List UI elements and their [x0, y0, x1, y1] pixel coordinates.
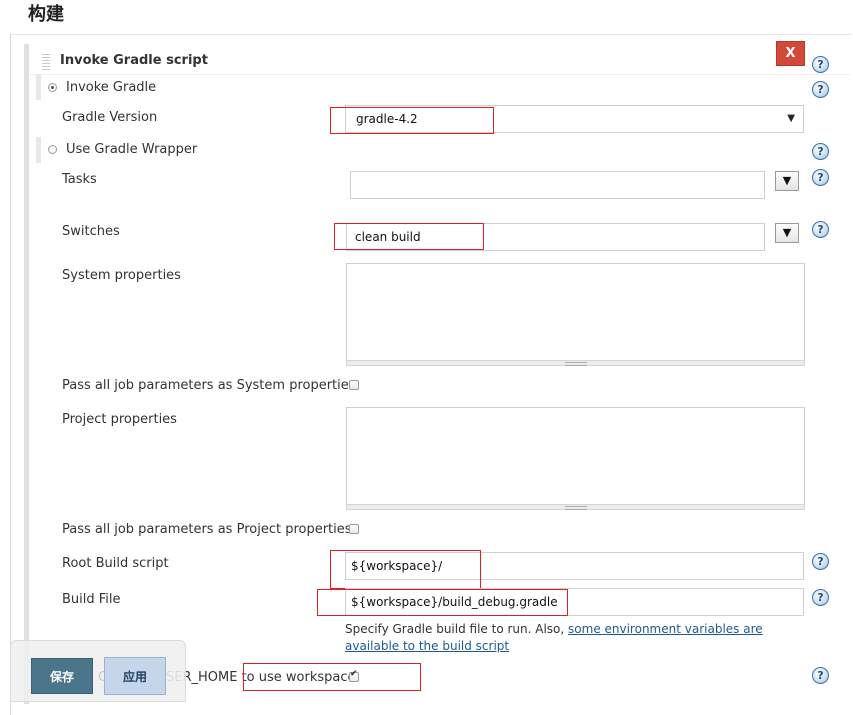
step-title: Invoke Gradle script	[60, 53, 208, 68]
help-icon[interactable]: ?	[812, 169, 829, 186]
highlight-switches	[334, 223, 484, 250]
gradle-version-label: Gradle Version	[62, 110, 158, 125]
invoke-gradle-label: Invoke Gradle	[66, 80, 157, 95]
system-properties-resizer[interactable]	[346, 360, 805, 366]
pass-project-label: Pass all job parameters as Project prope…	[62, 522, 352, 537]
radio-indicator-bar	[36, 137, 41, 163]
pass-project-checkbox[interactable]	[349, 524, 359, 534]
help-icon[interactable]: ?	[812, 553, 829, 570]
highlight-build-file	[317, 589, 568, 616]
use-wrapper-radio[interactable]	[48, 145, 57, 154]
tasks-input[interactable]	[350, 171, 765, 199]
radio-indicator-bar	[36, 74, 41, 100]
tasks-label: Tasks	[62, 172, 97, 187]
help-icon[interactable]: ?	[812, 56, 829, 73]
switches-expand-button[interactable]: ▼	[775, 223, 799, 243]
highlight-root-build-script	[330, 550, 481, 589]
invoke-gradle-radio[interactable]	[48, 83, 57, 92]
highlight-gradle-version	[330, 107, 494, 134]
build-file-label: Build File	[62, 592, 121, 607]
switches-label: Switches	[62, 224, 120, 239]
highlight-user-home	[243, 663, 421, 691]
chevron-down-icon: ▼	[787, 113, 795, 124]
help-icon[interactable]: ?	[812, 589, 829, 606]
help-icon[interactable]: ?	[812, 143, 829, 160]
use-wrapper-label: Use Gradle Wrapper	[66, 142, 198, 157]
apply-button[interactable]: 应用	[104, 657, 166, 695]
tasks-expand-button[interactable]: ▼	[775, 171, 799, 191]
section-title: 构建	[28, 4, 64, 25]
root-build-script-label: Root Build script	[62, 556, 169, 571]
build-file-help-text: Specify Gradle build file to run. Also,	[345, 622, 569, 636]
save-button[interactable]: 保存	[31, 658, 93, 694]
delete-step-button[interactable]: X	[776, 41, 805, 66]
drag-handle-icon[interactable]	[42, 54, 50, 70]
project-properties-label: Project properties	[62, 412, 177, 427]
project-properties-textarea[interactable]	[346, 407, 805, 505]
help-icon[interactable]: ?	[812, 81, 829, 98]
system-properties-label: System properties	[62, 268, 181, 283]
help-icon[interactable]: ?	[812, 221, 829, 238]
project-properties-resizer[interactable]	[346, 504, 805, 510]
system-properties-textarea[interactable]	[346, 263, 805, 361]
pass-system-label: Pass all job parameters as System proper…	[62, 378, 356, 393]
pass-system-checkbox[interactable]	[349, 380, 359, 390]
help-icon[interactable]: ?	[812, 667, 829, 684]
build-file-description: Specify Gradle build file to run. Also, …	[345, 621, 805, 655]
